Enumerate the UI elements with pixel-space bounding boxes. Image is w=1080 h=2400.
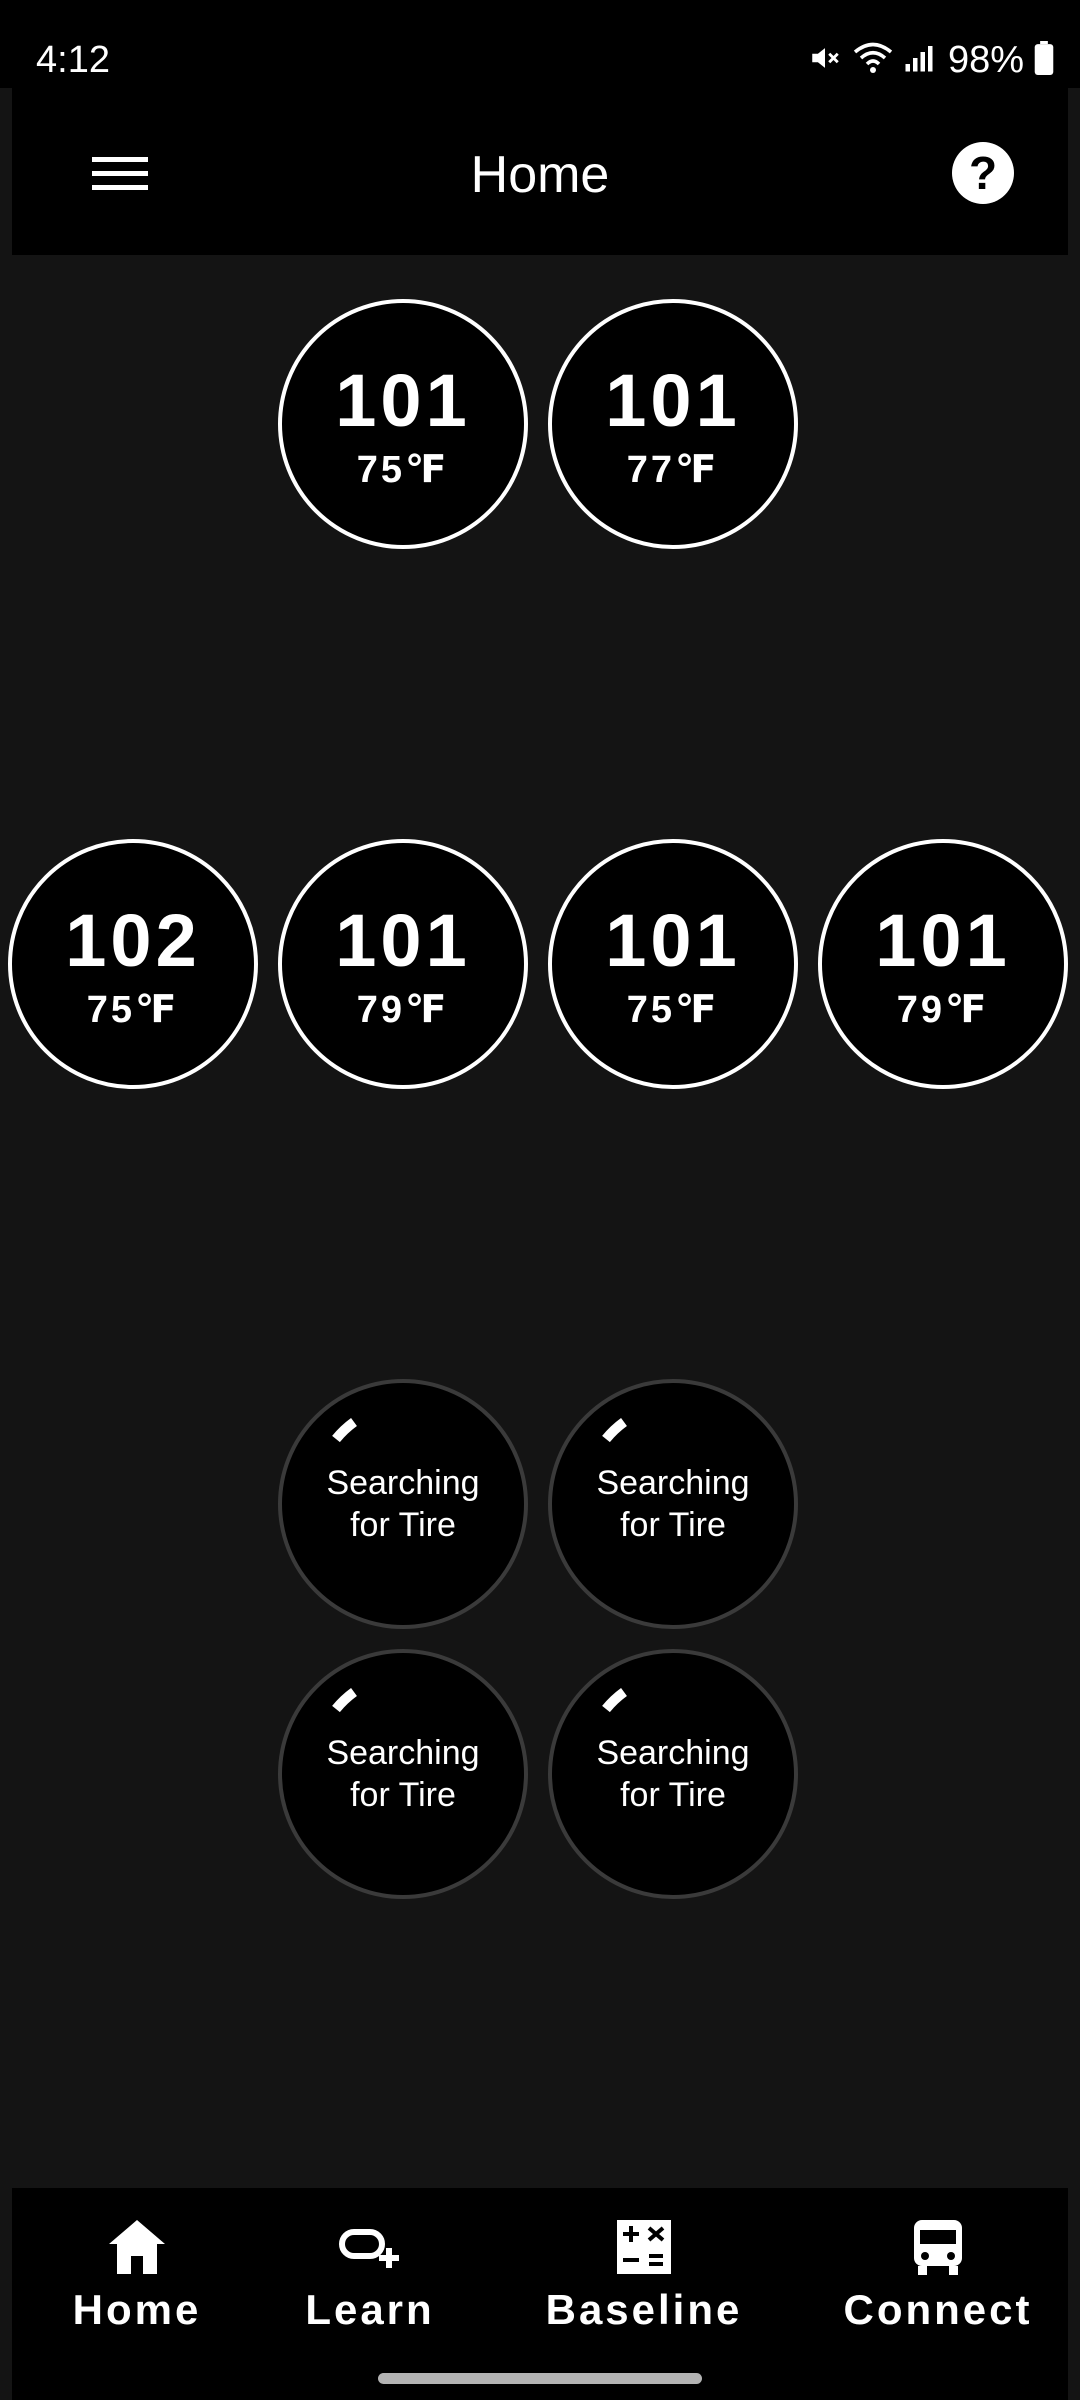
app-bar: Home ? (12, 88, 1068, 255)
tire-searching-1[interactable]: Searching for Tire (278, 1379, 528, 1629)
nav-label: Baseline (545, 2286, 743, 2333)
tire-searching-4[interactable]: Searching for Tire (548, 1649, 798, 1899)
loading-spinner-icon (332, 1417, 358, 1443)
tire-temperature: 75℉ (626, 989, 720, 1031)
tire-pressure: 102 (65, 899, 201, 982)
nav-label: Learn (305, 2286, 435, 2333)
tire-pressure: 101 (875, 899, 1011, 982)
nav-label: Connect (843, 2286, 1033, 2333)
loading-spinner-icon (602, 1417, 628, 1443)
tire-rear-outer-left[interactable]: 102 75℉ (8, 839, 258, 1089)
nav-label: Home (72, 2286, 202, 2333)
tire-front-left[interactable]: 101 75℉ (278, 299, 528, 549)
battery-icon (1034, 40, 1054, 80)
home-icon (109, 2220, 165, 2274)
tire-pressure: 101 (335, 359, 471, 442)
tire-rear-inner-right[interactable]: 101 75℉ (548, 839, 798, 1089)
nav-learn[interactable]: Learn (280, 2218, 460, 2334)
status-bar: 4:12 98% (0, 0, 1080, 88)
battery-percentage: 98% (947, 39, 1024, 81)
tire-temperature: 79℉ (356, 989, 450, 1031)
wifi-icon (852, 41, 894, 80)
bus-icon (914, 2220, 962, 2275)
tire-searching-3[interactable]: Searching for Tire (278, 1649, 528, 1899)
tire-temperature: 79℉ (896, 989, 990, 1031)
tire-temperature: 77℉ (626, 449, 720, 491)
help-button[interactable]: ? (952, 142, 1014, 204)
calculator-icon (617, 2220, 671, 2274)
nav-connect[interactable]: Connect (828, 2218, 1048, 2334)
tire-temperature: 75℉ (86, 989, 180, 1031)
loading-spinner-icon (602, 1687, 628, 1713)
mute-icon (808, 41, 842, 80)
tire-temperature: 75℉ (356, 449, 450, 491)
tire-pressure: 101 (605, 359, 741, 442)
tire-rear-outer-right[interactable]: 101 79℉ (818, 839, 1068, 1089)
signal-icon (904, 43, 934, 78)
tire-pressure: 101 (605, 899, 741, 982)
tire-rear-inner-left[interactable]: 101 79℉ (278, 839, 528, 1089)
link-add-icon (339, 2229, 399, 2268)
page-title: Home (470, 146, 610, 204)
status-icons: 98% (808, 36, 1054, 84)
tire-pressure: 101 (335, 899, 471, 982)
nav-baseline[interactable]: Baseline (524, 2218, 764, 2334)
tire-front-right[interactable]: 101 77℉ (548, 299, 798, 549)
loading-spinner-icon (332, 1687, 358, 1713)
tire-searching-2[interactable]: Searching for Tire (548, 1379, 798, 1629)
status-time: 4:12 (36, 39, 110, 81)
gesture-home-indicator[interactable] (378, 2373, 702, 2384)
bottom-navigation: Home Learn Baseline Connect (12, 2188, 1068, 2400)
nav-home[interactable]: Home (32, 2218, 242, 2334)
